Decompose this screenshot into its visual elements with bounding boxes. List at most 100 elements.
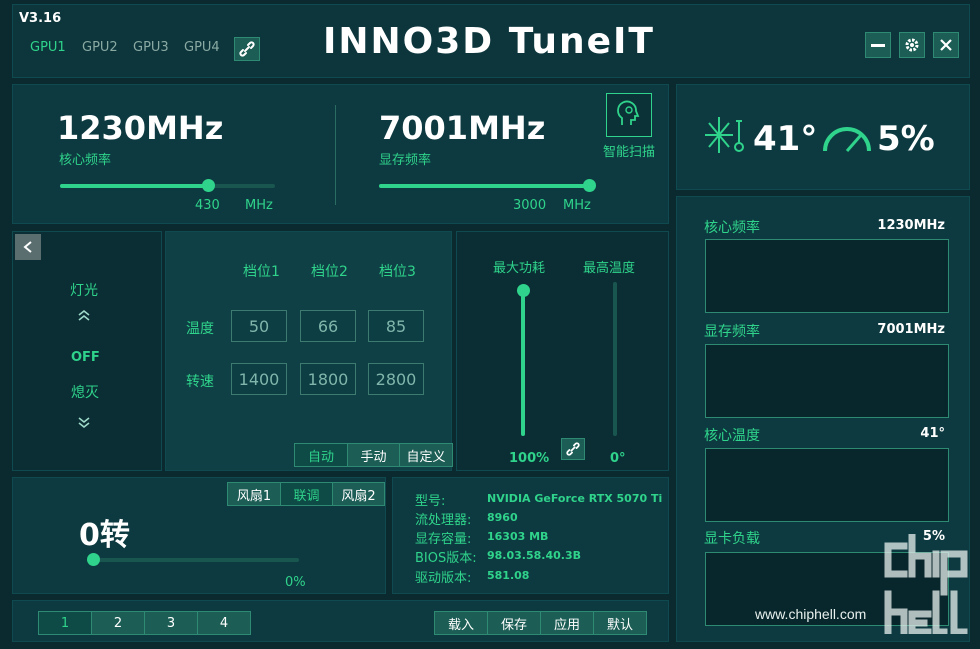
max-temp-value: 0° xyxy=(610,451,626,466)
temp-input-2[interactable]: 66 xyxy=(300,310,356,342)
max-power-value: 100% xyxy=(509,451,550,466)
smart-scan-button[interactable] xyxy=(606,93,652,137)
fan-speed-slider-handle[interactable] xyxy=(87,553,100,566)
mode-auto-button[interactable]: 自动 xyxy=(294,443,348,467)
snowflake-thermometer-icon xyxy=(705,117,745,153)
monitor-label: 显存频率 xyxy=(704,324,760,340)
power-panel: 最大功耗 最高温度 100% 0° xyxy=(456,231,669,471)
gpu-tab-4[interactable]: GPU4 xyxy=(184,40,220,55)
max-power-slider-handle[interactable] xyxy=(517,284,530,297)
watermark-url: www.chiphell.com xyxy=(755,606,867,622)
info-label: 显存容量: xyxy=(415,532,472,547)
save-button[interactable]: 保存 xyxy=(487,611,541,635)
link-icon xyxy=(566,442,580,456)
chevron-down-double-icon[interactable] xyxy=(77,416,91,430)
version-label: V3.16 xyxy=(19,11,62,26)
fan-speed-value: 0转 xyxy=(79,518,130,553)
info-label: BIOS版本: xyxy=(415,551,477,566)
fan-speed-slider[interactable] xyxy=(87,553,299,566)
fan-sync-tab[interactable]: 联调 xyxy=(280,482,333,506)
watermark-logo xyxy=(884,534,968,634)
gpu-tab-3[interactable]: GPU3 xyxy=(133,40,169,55)
lighting-state: OFF xyxy=(71,350,100,365)
collapse-button[interactable] xyxy=(15,234,41,260)
core-clock-label: 核心频率 xyxy=(59,153,112,168)
fan1-tab[interactable]: 风扇1 xyxy=(227,482,281,506)
load-button[interactable]: 载入 xyxy=(434,611,488,635)
max-temp-slider[interactable] xyxy=(613,282,617,436)
info-row: 驱动版本: 581.08 xyxy=(415,567,665,586)
fan-curve-header-2: 档位2 xyxy=(311,264,348,280)
info-value: 16303 MB xyxy=(487,530,549,543)
mode-custom-button[interactable]: 自定义 xyxy=(399,443,453,467)
gear-icon xyxy=(905,38,919,52)
chevron-up-double-icon[interactable] xyxy=(77,308,91,322)
minimize-button[interactable] xyxy=(865,32,891,58)
profile-3-button[interactable]: 3 xyxy=(144,611,198,635)
core-clock-slider-handle[interactable] xyxy=(202,179,216,192)
core-clock-slider[interactable] xyxy=(60,179,275,192)
mem-clock-value: 7001MHz xyxy=(379,109,546,147)
info-label: 流处理器: xyxy=(415,513,472,528)
status-panel: 41° 5% xyxy=(676,84,970,190)
link-gpus-button[interactable] xyxy=(234,37,260,61)
header-bar: V3.16 GPU1 GPU2 GPU3 GPU4 INNO3D TuneIT xyxy=(12,4,970,78)
temp-input-1[interactable]: 50 xyxy=(231,310,287,342)
head-scan-icon xyxy=(617,100,640,125)
profile-1-button[interactable]: 1 xyxy=(38,611,92,635)
info-row: 显存容量: 16303 MB xyxy=(415,528,665,547)
max-power-label: 最大功耗 xyxy=(493,261,546,276)
info-value: 581.08 xyxy=(487,569,530,582)
speed-input-1[interactable]: 1400 xyxy=(231,363,287,395)
mem-clock-slider-fill xyxy=(379,184,589,188)
info-row: 型号: NVIDIA GeForce RTX 5070 Ti xyxy=(415,490,665,509)
lighting-label: 灯光 xyxy=(70,283,98,299)
mem-clock-slider-handle[interactable] xyxy=(582,179,596,192)
app-title: INNO3D TuneIT xyxy=(323,21,655,62)
monitor-label: 显卡负载 xyxy=(704,531,760,547)
load-value: 5% xyxy=(877,119,935,159)
bottom-bar: 1 2 3 4 载入 保存 应用 默认 xyxy=(12,600,669,642)
max-power-slider-fill xyxy=(521,290,525,436)
mem-clock-slider[interactable] xyxy=(379,179,596,192)
info-value: 8960 xyxy=(487,511,518,524)
monitor-graph xyxy=(705,448,949,522)
close-button[interactable] xyxy=(933,32,959,58)
monitor-label: 核心温度 xyxy=(704,428,760,444)
link-icon xyxy=(239,41,255,57)
fan-panel: 风扇1 联调 风扇2 0转 0% xyxy=(12,477,386,594)
mem-clock-label: 显存频率 xyxy=(379,153,432,168)
core-clock-unit: MHz xyxy=(245,198,273,213)
max-temp-label: 最高温度 xyxy=(583,261,636,276)
link-power-temp-button[interactable] xyxy=(561,438,585,460)
gpu-tab-2[interactable]: GPU2 xyxy=(82,40,118,55)
info-label: 驱动版本: xyxy=(415,571,472,586)
smart-scan-label[interactable]: 智能扫描 xyxy=(603,141,655,160)
profile-4-button[interactable]: 4 xyxy=(197,611,251,635)
monitor-value: 7001MHz xyxy=(877,322,945,337)
max-power-slider[interactable] xyxy=(517,284,530,436)
monitor-graph xyxy=(705,344,949,418)
default-button[interactable]: 默认 xyxy=(593,611,647,635)
info-row: BIOS版本: 98.03.58.40.3B xyxy=(415,547,665,566)
close-icon xyxy=(940,39,952,51)
fan-curve-header-1: 档位1 xyxy=(243,264,280,280)
fan2-tab[interactable]: 风扇2 xyxy=(332,482,385,506)
lighting-panel: 灯光 OFF 熄灭 xyxy=(12,231,162,471)
info-row: 流处理器: 8960 xyxy=(415,509,665,528)
speed-input-3[interactable]: 2800 xyxy=(368,363,424,395)
lighting-mode: 熄灭 xyxy=(71,385,99,401)
chevron-left-icon xyxy=(23,241,32,253)
temp-input-3[interactable]: 85 xyxy=(368,310,424,342)
info-label: 型号: xyxy=(415,494,446,509)
mode-manual-button[interactable]: 手动 xyxy=(347,443,400,467)
settings-button[interactable] xyxy=(899,32,925,58)
monitor-graph xyxy=(705,239,949,313)
speed-input-2[interactable]: 1800 xyxy=(300,363,356,395)
mem-clock-offset: 3000 xyxy=(513,198,547,213)
info-panel: 型号: NVIDIA GeForce RTX 5070 Ti 流处理器: 896… xyxy=(392,477,669,594)
gpu-tab-1[interactable]: GPU1 xyxy=(30,40,66,55)
fan-curve-header-3: 档位3 xyxy=(379,264,416,280)
apply-button[interactable]: 应用 xyxy=(540,611,594,635)
profile-2-button[interactable]: 2 xyxy=(91,611,145,635)
